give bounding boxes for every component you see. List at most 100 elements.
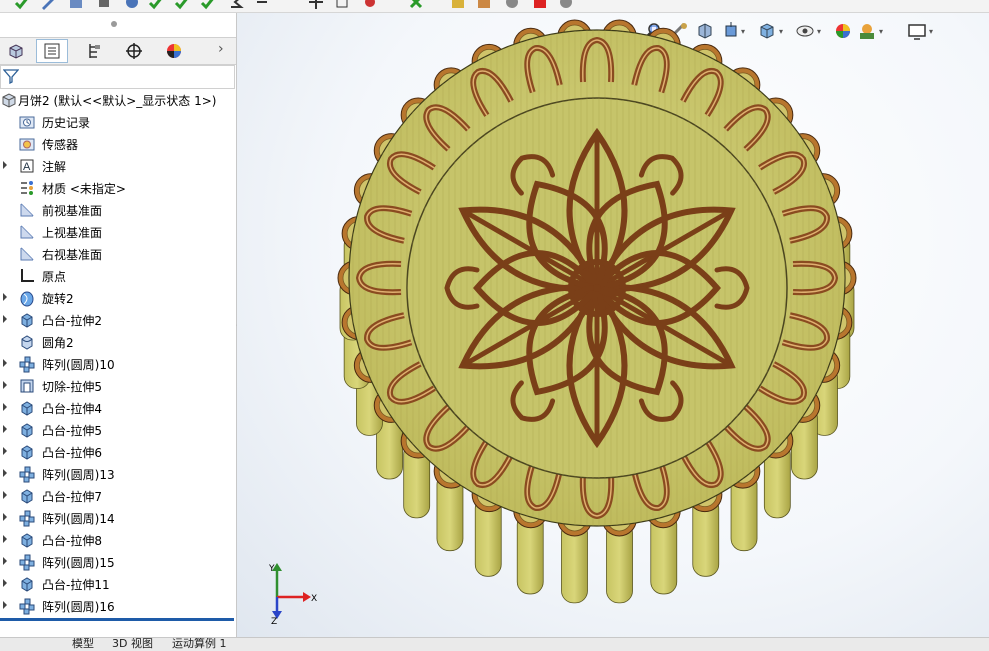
- shade-icon[interactable]: [504, 0, 520, 10]
- copy-icon[interactable]: [334, 0, 350, 10]
- tree-item-label: 传感器: [42, 138, 79, 152]
- tree-item[interactable]: 凸台-拉伸11: [0, 573, 236, 595]
- tree-item-label: 阵列(圆周)14: [42, 512, 115, 526]
- tab-motion-study[interactable]: 运动算例 1: [172, 638, 227, 651]
- tree-item-label: 阵列(圆周)13: [42, 468, 115, 482]
- tree-item-label: 凸台-拉伸2: [42, 314, 102, 328]
- tree-item[interactable]: 凸台-拉伸2: [0, 309, 236, 331]
- property-manager-icon: [44, 43, 60, 59]
- tree-item-label: 阵列(圆周)15: [42, 556, 115, 570]
- tree-item[interactable]: 历史记录: [0, 111, 236, 133]
- expand-arrow-icon[interactable]: [2, 160, 8, 170]
- tree-item[interactable]: 阵列(圆周)14: [0, 507, 236, 529]
- tree-item-label: 凸台-拉伸4: [42, 402, 102, 416]
- cut-extrude-icon: [20, 379, 34, 393]
- rapid-sketch-icon[interactable]: [450, 0, 466, 10]
- tab-display-manager[interactable]: [158, 39, 190, 63]
- tree-item[interactable]: A 注解: [0, 155, 236, 177]
- annotation-icon: A: [20, 159, 34, 173]
- tree-item[interactable]: 阵列(圆周)10: [0, 353, 236, 375]
- tree-item[interactable]: 凸台-拉伸5: [0, 419, 236, 441]
- expand-arrow-icon[interactable]: [2, 512, 8, 522]
- tree-item[interactable]: 切除-拉伸5: [0, 375, 236, 397]
- tab-configuration-manager[interactable]: [78, 39, 110, 63]
- close-sketch-icon[interactable]: [408, 0, 424, 10]
- plane-icon: [20, 247, 34, 261]
- expand-arrow-icon[interactable]: [2, 534, 8, 544]
- feature-icon[interactable]: [96, 0, 112, 10]
- tree-item[interactable]: 凸台-拉伸7: [0, 485, 236, 507]
- configuration-manager-icon: [89, 44, 100, 58]
- tree-item[interactable]: 圆角2: [0, 331, 236, 353]
- svg-text:A: A: [23, 161, 31, 173]
- z-axis-label: Z: [271, 617, 277, 625]
- tree-item[interactable]: 右视基准面: [0, 243, 236, 265]
- tree-item[interactable]: 旋转2: [0, 287, 236, 309]
- tree-item-label: 阵列(圆周)10: [42, 358, 115, 372]
- tree-item[interactable]: 材质 <未指定>: [0, 177, 236, 199]
- check-icon[interactable]: [200, 0, 216, 10]
- tree-item[interactable]: 前视基准面: [0, 199, 236, 221]
- tree-item-label: 阵列(圆周)16: [42, 600, 115, 614]
- smart-dimension-icon[interactable]: [124, 0, 140, 10]
- sum-icon[interactable]: [228, 0, 244, 10]
- tab-property-manager[interactable]: [36, 39, 68, 63]
- tree-item-label: 凸台-拉伸5: [42, 424, 102, 438]
- check-icon[interactable]: [174, 0, 190, 10]
- mooncake-model[interactable]: [237, 13, 989, 650]
- tree-item[interactable]: 凸台-拉伸4: [0, 397, 236, 419]
- tree-item-label: 凸台-拉伸8: [42, 534, 102, 548]
- checkmark-icon[interactable]: [14, 0, 30, 10]
- tree-item[interactable]: 凸台-拉伸6: [0, 441, 236, 463]
- expand-arrow-icon[interactable]: [2, 380, 8, 390]
- tree-item[interactable]: 原点: [0, 265, 236, 287]
- tab-model[interactable]: 模型: [72, 638, 94, 651]
- expand-arrow-icon[interactable]: [2, 446, 8, 456]
- expand-arrow-icon[interactable]: [2, 600, 8, 610]
- tree-item[interactable]: 传感器: [0, 133, 236, 155]
- tree-item[interactable]: 阵列(圆周)16: [0, 595, 236, 617]
- tree-item[interactable]: 阵列(圆周)13: [0, 463, 236, 485]
- arrow-icon[interactable]: [254, 0, 270, 10]
- expand-arrow-icon[interactable]: [2, 314, 8, 324]
- repair-icon[interactable]: [362, 0, 378, 10]
- expand-arrow-icon[interactable]: [2, 424, 8, 434]
- expand-arrow-icon[interactable]: [2, 490, 8, 500]
- tree-item[interactable]: 凸台-拉伸8: [0, 529, 236, 551]
- tree-item[interactable]: 阵列(圆周)15: [0, 551, 236, 573]
- circular-pattern-icon: [19, 510, 35, 527]
- expand-arrow-icon[interactable]: [2, 292, 8, 302]
- tab-3d-view[interactable]: 3D 视图: [112, 638, 153, 651]
- graphics-viewport[interactable]: ▾ ▾ ▾ ▾ ▾ Y X Z: [237, 13, 989, 650]
- tab-dimxpert-manager[interactable]: [118, 39, 150, 63]
- tab-feature-manager[interactable]: [0, 39, 32, 63]
- move-icon[interactable]: [308, 0, 324, 10]
- panel-tabs: ›: [0, 37, 236, 65]
- tree-item-label: 凸台-拉伸11: [42, 578, 110, 592]
- axis-triad: Y X Z: [268, 563, 317, 625]
- expand-arrow-icon[interactable]: [2, 402, 8, 412]
- circular-pattern-icon: [19, 554, 35, 571]
- expand-arrow-icon[interactable]: [2, 468, 8, 478]
- tree-end-bar: [0, 618, 234, 621]
- sketch-icon[interactable]: [40, 0, 56, 10]
- x-axis-label: X: [311, 594, 317, 604]
- chevron-right-icon[interactable]: ›: [218, 41, 232, 61]
- panel-grip[interactable]: [0, 13, 236, 37]
- expand-arrow-icon[interactable]: [2, 556, 8, 566]
- origin-icon: [21, 269, 34, 282]
- filter-bar[interactable]: [0, 65, 235, 89]
- instant2d-icon[interactable]: [476, 0, 492, 10]
- tree-item[interactable]: 上视基准面: [0, 221, 236, 243]
- flower-center-dot: [593, 284, 601, 292]
- expand-arrow-icon[interactable]: [2, 578, 8, 588]
- command-toolbar: [0, 0, 989, 13]
- help-icon[interactable]: [558, 0, 574, 10]
- expand-arrow-icon[interactable]: [2, 358, 8, 368]
- sensor-icon: [19, 138, 35, 151]
- tree-root[interactable]: 月饼2 (默认<<默认>_显示状态 1>): [0, 89, 236, 111]
- check-icon[interactable]: [148, 0, 164, 10]
- stop-icon[interactable]: [532, 0, 548, 10]
- edit-icon[interactable]: [68, 0, 84, 10]
- filter-icon[interactable]: [3, 68, 19, 84]
